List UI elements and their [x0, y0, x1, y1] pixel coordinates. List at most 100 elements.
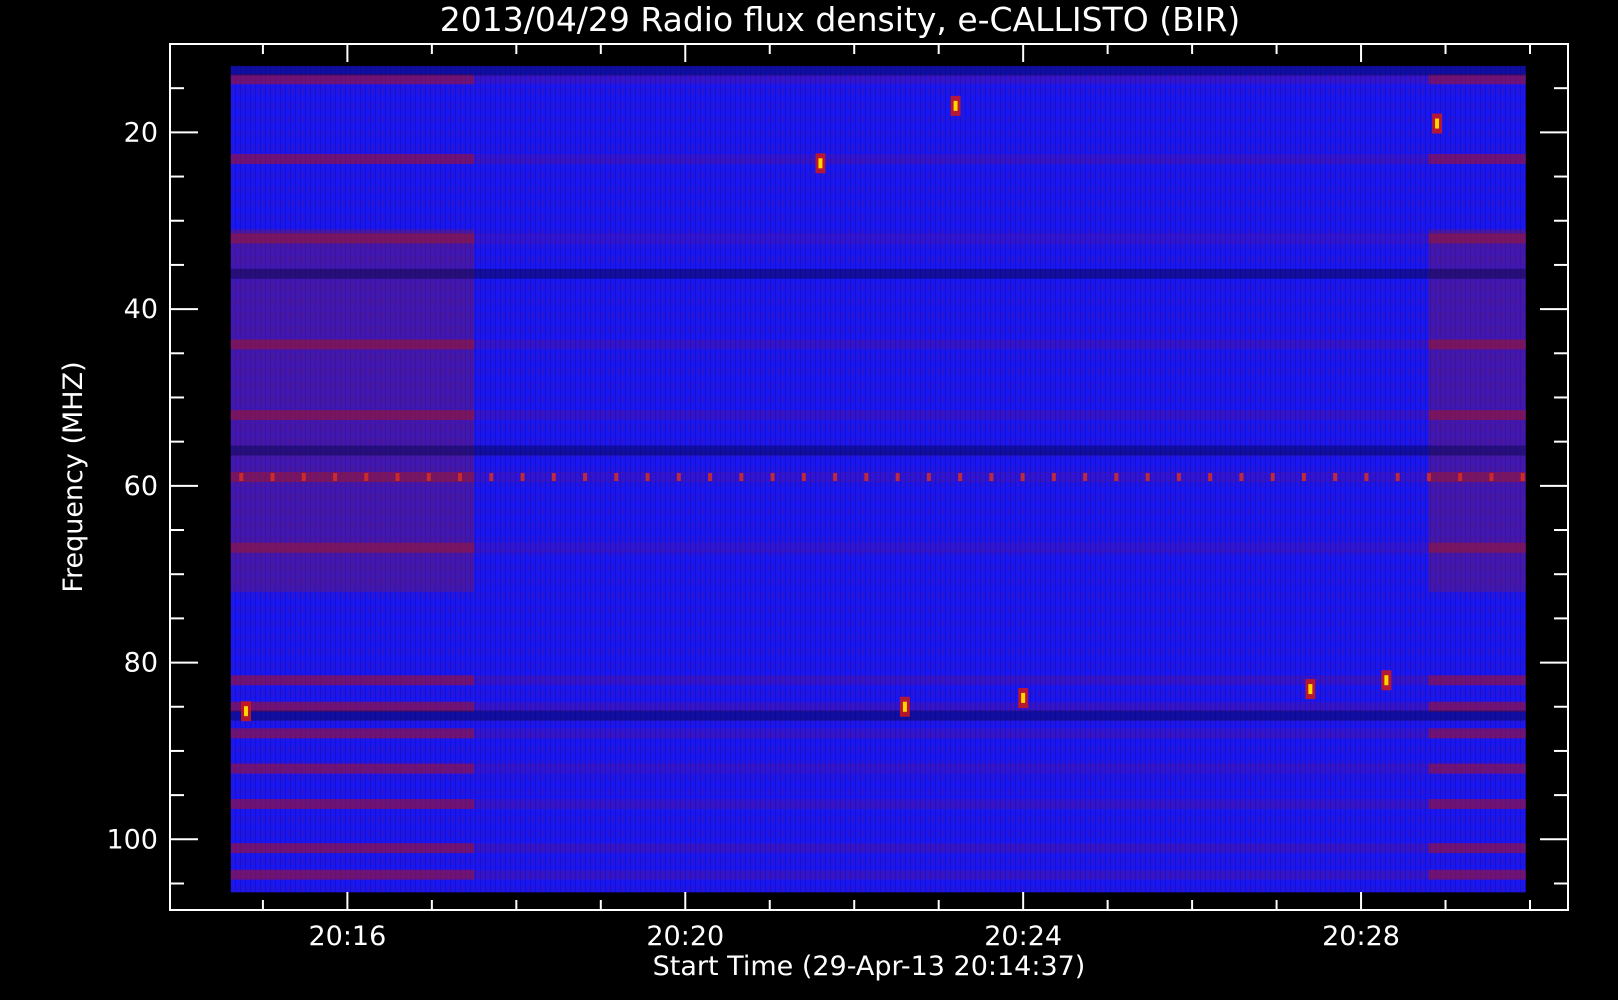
- rfi-dot: [270, 473, 275, 481]
- rfi-dot: [1239, 473, 1244, 481]
- x-tick-label: 20:24: [984, 921, 1062, 952]
- rfi-band: [474, 542, 1429, 553]
- dark-band: [230, 445, 1526, 456]
- rfi-dot: [1426, 473, 1431, 481]
- rfi-band: [1428, 843, 1526, 854]
- y-tick-label: 40: [124, 294, 158, 325]
- rfi-dot: [989, 473, 994, 481]
- rfi-dot: [239, 473, 244, 481]
- rfi-band: [1428, 798, 1526, 809]
- burst-mark: [950, 95, 961, 116]
- rfi-band: [1428, 153, 1526, 164]
- burst-mark: [241, 701, 252, 722]
- rfi-band: [1428, 728, 1526, 739]
- rfi-dot: [708, 473, 713, 481]
- edge-emission: [1428, 229, 1526, 592]
- rfi-dot: [364, 473, 369, 481]
- edge-emission: [230, 229, 475, 592]
- chart-title: 2013/04/29 Radio flux density, e-CALLIST…: [440, 0, 1241, 39]
- rfi-dot: [833, 473, 838, 481]
- burst-mark: [1381, 670, 1392, 691]
- rfi-band: [474, 339, 1429, 350]
- x-tick-label: 20:20: [646, 921, 724, 952]
- rfi-dot: [1333, 473, 1338, 481]
- burst-mark: [815, 153, 826, 174]
- rfi-dot: [958, 473, 963, 481]
- rfi-dot: [333, 473, 338, 481]
- rfi-dot: [395, 473, 400, 481]
- rfi-dot: [926, 473, 931, 481]
- rfi-band: [230, 701, 475, 712]
- burst-mark: [1018, 687, 1029, 708]
- rfi-band: [474, 74, 1429, 85]
- rfi-band: [1428, 763, 1526, 774]
- rfi-dot: [770, 473, 775, 481]
- y-tick-label: 60: [124, 471, 158, 502]
- rfi-dot: [1520, 473, 1525, 481]
- rfi-dot: [895, 473, 900, 481]
- rfi-band: [230, 74, 475, 85]
- rfi-dot: [1458, 473, 1463, 481]
- rfi-band: [474, 869, 1429, 880]
- dark-band: [230, 65, 1526, 76]
- rfi-band: [474, 843, 1429, 854]
- rfi-band: [230, 763, 475, 774]
- rfi-dot: [739, 473, 744, 481]
- rfi-band: [474, 798, 1429, 809]
- rfi-band: [474, 153, 1429, 164]
- rfi-dot: [583, 473, 588, 481]
- rfi-band: [230, 153, 475, 164]
- rfi-band: [474, 233, 1429, 244]
- rfi-dot: [1083, 473, 1088, 481]
- rfi-dot: [614, 473, 619, 481]
- rfi-dot: [1051, 473, 1056, 481]
- rfi-band: [474, 763, 1429, 774]
- dark-band: [230, 268, 1526, 279]
- rfi-dot: [1489, 473, 1494, 481]
- rfi-dot: [1364, 473, 1369, 481]
- rfi-dot: [1270, 473, 1275, 481]
- x-axis-label: Start Time (29-Apr-13 20:14:37): [653, 951, 1086, 982]
- y-tick-label: 100: [106, 824, 158, 855]
- rfi-dot: [1020, 473, 1025, 481]
- burst-mark: [1432, 113, 1443, 134]
- rfi-band: [1428, 675, 1526, 686]
- y-axis-label: Frequency (MHZ): [58, 361, 89, 592]
- rfi-dot: [1145, 473, 1150, 481]
- rfi-dot: [1301, 473, 1306, 481]
- rfi-dot: [551, 473, 556, 481]
- burst-mark: [899, 696, 910, 717]
- rfi-band: [474, 675, 1429, 686]
- rfi-dot: [1208, 473, 1213, 481]
- rfi-band: [1428, 701, 1526, 712]
- spectrogram-chart: 2013/04/29 Radio flux density, e-CALLIST…: [58, 0, 1569, 982]
- rfi-dot: [301, 473, 306, 481]
- rfi-dot: [458, 473, 463, 481]
- rfi-dot: [520, 473, 525, 481]
- rfi-dot: [1114, 473, 1119, 481]
- rfi-band: [230, 728, 475, 739]
- rfi-band: [1428, 74, 1526, 85]
- rfi-dot: [645, 473, 650, 481]
- rfi-band: [1428, 869, 1526, 880]
- rfi-dot: [864, 473, 869, 481]
- y-tick-label: 20: [124, 117, 158, 148]
- x-tick-label: 20:28: [1322, 921, 1400, 952]
- spectrogram-heatmap: [230, 65, 1526, 893]
- rfi-dot: [801, 473, 806, 481]
- dark-band: [230, 710, 1526, 721]
- rfi-band: [230, 843, 475, 854]
- y-tick-label: 80: [124, 648, 158, 679]
- rfi-band: [474, 701, 1429, 712]
- rfi-dot: [489, 473, 494, 481]
- rfi-band: [230, 675, 475, 686]
- rfi-dot: [1395, 473, 1400, 481]
- rfi-dot: [426, 473, 431, 481]
- rfi-dot: [1176, 473, 1181, 481]
- x-tick-label: 20:16: [308, 921, 386, 952]
- burst-mark: [1305, 679, 1316, 700]
- rfi-band: [230, 869, 475, 880]
- rfi-band: [474, 728, 1429, 739]
- rfi-dot: [676, 473, 681, 481]
- rfi-band: [230, 798, 475, 809]
